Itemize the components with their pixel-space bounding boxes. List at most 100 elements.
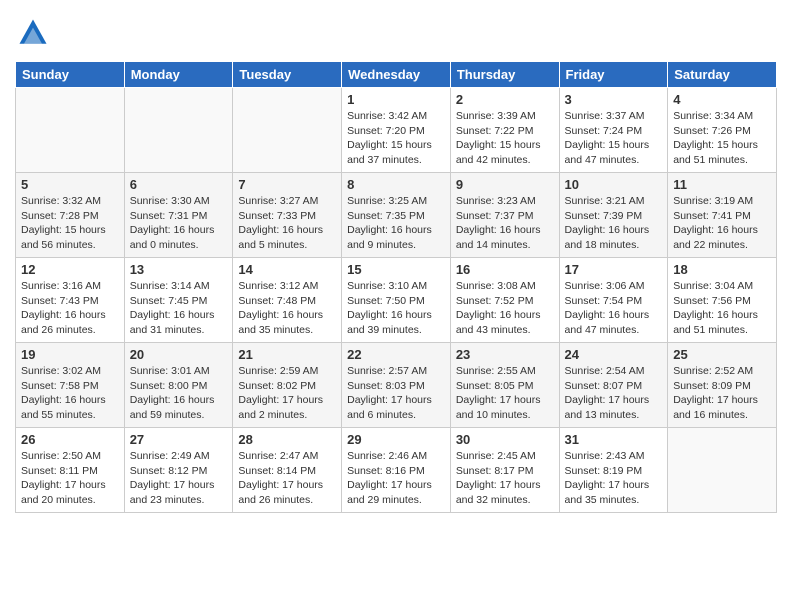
- calendar-cell: 10 Sunrise: 3:21 AM Sunset: 7:39 PM Dayli…: [559, 173, 668, 258]
- calendar-cell: 31 Sunrise: 2:43 AM Sunset: 8:19 PM Dayli…: [559, 428, 668, 513]
- calendar-cell: 15 Sunrise: 3:10 AM Sunset: 7:50 PM Dayli…: [342, 258, 451, 343]
- calendar-cell: 2 Sunrise: 3:39 AM Sunset: 7:22 PM Daylig…: [450, 88, 559, 173]
- calendar-cell: 27 Sunrise: 2:49 AM Sunset: 8:12 PM Dayli…: [124, 428, 233, 513]
- calendar-cell: 8 Sunrise: 3:25 AM Sunset: 7:35 PM Daylig…: [342, 173, 451, 258]
- calendar-cell: 17 Sunrise: 3:06 AM Sunset: 7:54 PM Dayli…: [559, 258, 668, 343]
- calendar-cell: 14 Sunrise: 3:12 AM Sunset: 7:48 PM Dayli…: [233, 258, 342, 343]
- day-number: 27: [130, 432, 228, 447]
- day-number: 29: [347, 432, 445, 447]
- day-info: Sunrise: 3:12 AM Sunset: 7:48 PM Dayligh…: [238, 279, 336, 338]
- day-number: 30: [456, 432, 554, 447]
- weekday-header-tuesday: Tuesday: [233, 62, 342, 88]
- week-row-3: 12 Sunrise: 3:16 AM Sunset: 7:43 PM Dayli…: [16, 258, 777, 343]
- calendar-cell: 19 Sunrise: 3:02 AM Sunset: 7:58 PM Dayli…: [16, 343, 125, 428]
- week-row-4: 19 Sunrise: 3:02 AM Sunset: 7:58 PM Dayli…: [16, 343, 777, 428]
- day-info: Sunrise: 3:08 AM Sunset: 7:52 PM Dayligh…: [456, 279, 554, 338]
- day-info: Sunrise: 2:54 AM Sunset: 8:07 PM Dayligh…: [565, 364, 663, 423]
- weekday-header-row: SundayMondayTuesdayWednesdayThursdayFrid…: [16, 62, 777, 88]
- week-row-1: 1Sunrise: 3:42 AM Sunset: 7:20 PM Daylig…: [16, 88, 777, 173]
- day-number: 11: [673, 177, 771, 192]
- day-info: Sunrise: 3:30 AM Sunset: 7:31 PM Dayligh…: [130, 194, 228, 253]
- day-info: Sunrise: 2:45 AM Sunset: 8:17 PM Dayligh…: [456, 449, 554, 508]
- day-number: 13: [130, 262, 228, 277]
- day-number: 18: [673, 262, 771, 277]
- calendar-cell: 20 Sunrise: 3:01 AM Sunset: 8:00 PM Dayli…: [124, 343, 233, 428]
- day-info: Sunrise: 2:59 AM Sunset: 8:02 PM Dayligh…: [238, 364, 336, 423]
- calendar-cell: 13Sunrise: 3:14 AM Sunset: 7:45 PM Dayli…: [124, 258, 233, 343]
- day-info: Sunrise: 3:16 AM Sunset: 7:43 PM Dayligh…: [21, 279, 119, 338]
- calendar-cell: 22Sunrise: 2:57 AM Sunset: 8:03 PM Dayli…: [342, 343, 451, 428]
- day-info: Sunrise: 2:52 AM Sunset: 8:09 PM Dayligh…: [673, 364, 771, 423]
- calendar-cell: 7Sunrise: 3:27 AM Sunset: 7:33 PM Daylig…: [233, 173, 342, 258]
- day-info: Sunrise: 2:55 AM Sunset: 8:05 PM Dayligh…: [456, 364, 554, 423]
- calendar-cell: 11Sunrise: 3:19 AM Sunset: 7:41 PM Dayli…: [668, 173, 777, 258]
- calendar-cell: 18 Sunrise: 3:04 AM Sunset: 7:56 PM Dayli…: [668, 258, 777, 343]
- page-header: [15, 15, 777, 51]
- calendar-cell: 25 Sunrise: 2:52 AM Sunset: 8:09 PM Dayli…: [668, 343, 777, 428]
- day-number: 20: [130, 347, 228, 362]
- day-number: 31: [565, 432, 663, 447]
- day-number: 8: [347, 177, 445, 192]
- day-number: 26: [21, 432, 119, 447]
- day-info: Sunrise: 3:01 AM Sunset: 8:00 PM Dayligh…: [130, 364, 228, 423]
- day-info: Sunrise: 3:06 AM Sunset: 7:54 PM Dayligh…: [565, 279, 663, 338]
- calendar-cell: 4Sunrise: 3:34 AM Sunset: 7:26 PM Daylig…: [668, 88, 777, 173]
- day-number: 22: [347, 347, 445, 362]
- calendar-cell: 26 Sunrise: 2:50 AM Sunset: 8:11 PM Dayli…: [16, 428, 125, 513]
- day-info: Sunrise: 3:21 AM Sunset: 7:39 PM Dayligh…: [565, 194, 663, 253]
- day-number: 17: [565, 262, 663, 277]
- day-number: 25: [673, 347, 771, 362]
- calendar-table: SundayMondayTuesdayWednesdayThursdayFrid…: [15, 61, 777, 513]
- day-info: Sunrise: 3:04 AM Sunset: 7:56 PM Dayligh…: [673, 279, 771, 338]
- weekday-header-monday: Monday: [124, 62, 233, 88]
- day-number: 2: [456, 92, 554, 107]
- day-number: 14: [238, 262, 336, 277]
- calendar-cell: [124, 88, 233, 173]
- day-info: Sunrise: 3:34 AM Sunset: 7:26 PM Dayligh…: [673, 109, 771, 168]
- day-number: 19: [21, 347, 119, 362]
- day-info: Sunrise: 2:43 AM Sunset: 8:19 PM Dayligh…: [565, 449, 663, 508]
- day-info: Sunrise: 2:50 AM Sunset: 8:11 PM Dayligh…: [21, 449, 119, 508]
- calendar-cell: 23 Sunrise: 2:55 AM Sunset: 8:05 PM Dayli…: [450, 343, 559, 428]
- day-info: Sunrise: 3:10 AM Sunset: 7:50 PM Dayligh…: [347, 279, 445, 338]
- day-info: Sunrise: 3:25 AM Sunset: 7:35 PM Dayligh…: [347, 194, 445, 253]
- logo: [15, 15, 57, 51]
- calendar-cell: 6 Sunrise: 3:30 AM Sunset: 7:31 PM Daylig…: [124, 173, 233, 258]
- day-number: 15: [347, 262, 445, 277]
- day-info: Sunrise: 3:39 AM Sunset: 7:22 PM Dayligh…: [456, 109, 554, 168]
- day-number: 24: [565, 347, 663, 362]
- day-info: Sunrise: 2:47 AM Sunset: 8:14 PM Dayligh…: [238, 449, 336, 508]
- calendar-cell: 29 Sunrise: 2:46 AM Sunset: 8:16 PM Dayli…: [342, 428, 451, 513]
- calendar-cell: 16 Sunrise: 3:08 AM Sunset: 7:52 PM Dayli…: [450, 258, 559, 343]
- week-row-2: 5 Sunrise: 3:32 AM Sunset: 7:28 PM Daylig…: [16, 173, 777, 258]
- day-number: 21: [238, 347, 336, 362]
- weekday-header-wednesday: Wednesday: [342, 62, 451, 88]
- weekday-header-sunday: Sunday: [16, 62, 125, 88]
- day-number: 23: [456, 347, 554, 362]
- day-number: 9: [456, 177, 554, 192]
- weekday-header-friday: Friday: [559, 62, 668, 88]
- calendar-cell: [668, 428, 777, 513]
- calendar-cell: [16, 88, 125, 173]
- calendar-cell: 12 Sunrise: 3:16 AM Sunset: 7:43 PM Dayli…: [16, 258, 125, 343]
- calendar-cell: 5 Sunrise: 3:32 AM Sunset: 7:28 PM Daylig…: [16, 173, 125, 258]
- day-info: Sunrise: 3:32 AM Sunset: 7:28 PM Dayligh…: [21, 194, 119, 253]
- calendar-cell: 9Sunrise: 3:23 AM Sunset: 7:37 PM Daylig…: [450, 173, 559, 258]
- calendar-cell: 24 Sunrise: 2:54 AM Sunset: 8:07 PM Dayli…: [559, 343, 668, 428]
- day-info: Sunrise: 3:42 AM Sunset: 7:20 PM Dayligh…: [347, 109, 445, 168]
- day-info: Sunrise: 2:46 AM Sunset: 8:16 PM Dayligh…: [347, 449, 445, 508]
- day-number: 10: [565, 177, 663, 192]
- day-number: 3: [565, 92, 663, 107]
- logo-icon: [15, 15, 51, 51]
- day-number: 5: [21, 177, 119, 192]
- calendar-cell: 30 Sunrise: 2:45 AM Sunset: 8:17 PM Dayli…: [450, 428, 559, 513]
- day-info: Sunrise: 2:49 AM Sunset: 8:12 PM Dayligh…: [130, 449, 228, 508]
- day-number: 12: [21, 262, 119, 277]
- calendar-cell: 1Sunrise: 3:42 AM Sunset: 7:20 PM Daylig…: [342, 88, 451, 173]
- day-info: Sunrise: 3:02 AM Sunset: 7:58 PM Dayligh…: [21, 364, 119, 423]
- day-number: 16: [456, 262, 554, 277]
- weekday-header-saturday: Saturday: [668, 62, 777, 88]
- day-info: Sunrise: 3:27 AM Sunset: 7:33 PM Dayligh…: [238, 194, 336, 253]
- day-number: 6: [130, 177, 228, 192]
- calendar-cell: [233, 88, 342, 173]
